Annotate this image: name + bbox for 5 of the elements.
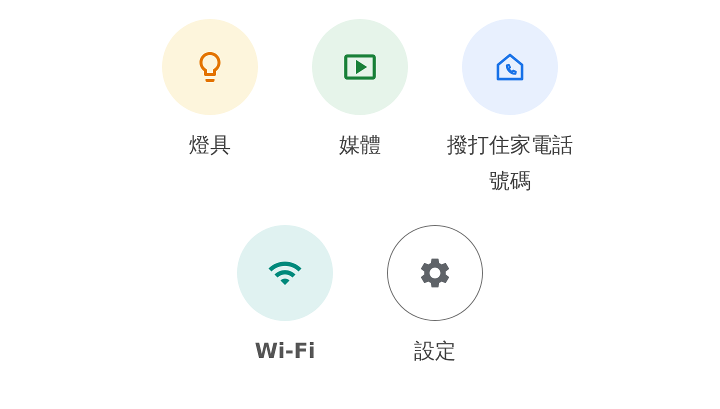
- shortcut-label: 設定: [413, 338, 457, 365]
- shortcut-label: Wi-Fi: [254, 338, 316, 365]
- shortcut-label: 媒體: [338, 132, 382, 159]
- shortcut-label: 燈具: [188, 132, 232, 159]
- shortcut-label: 撥打住家電話號碼: [446, 132, 574, 195]
